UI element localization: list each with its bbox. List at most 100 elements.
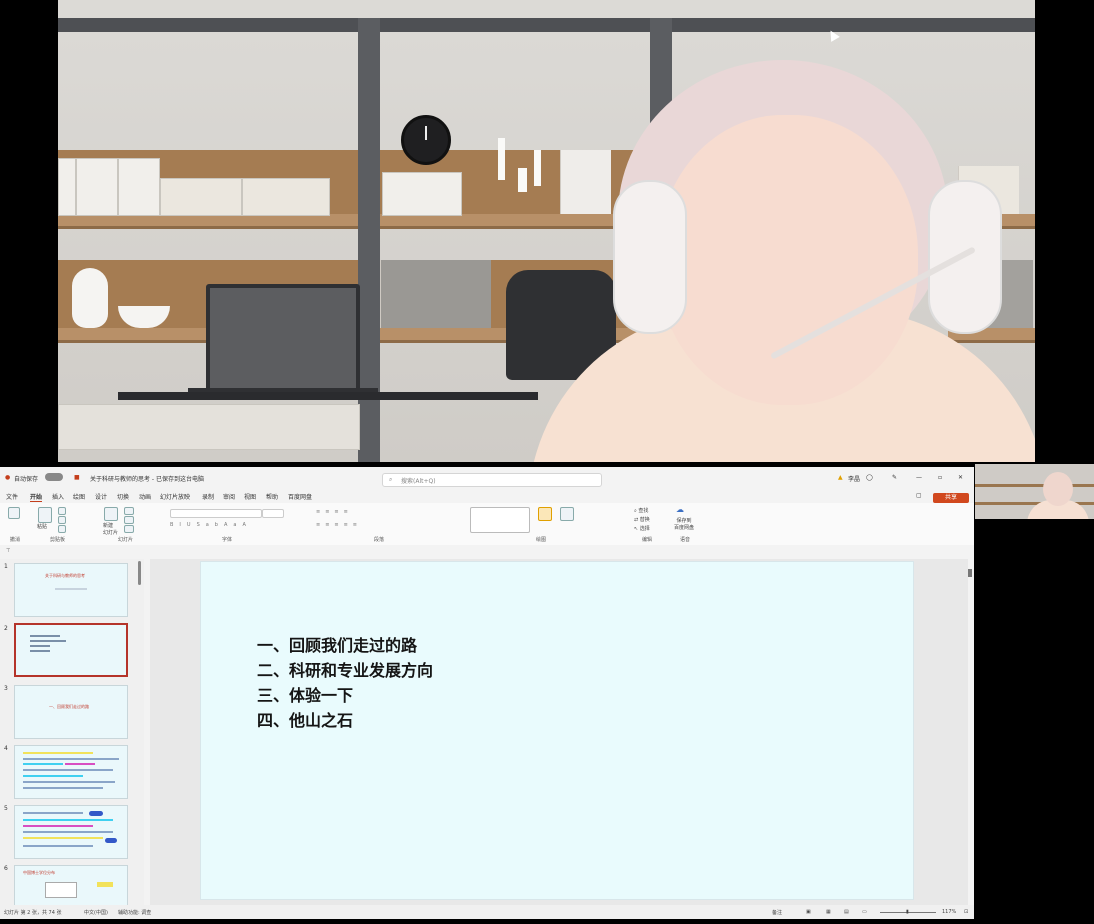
section-icon[interactable] — [124, 525, 134, 533]
menu-draw[interactable]: 绘图 — [73, 492, 85, 501]
font-size-select[interactable] — [262, 509, 284, 518]
group-clipboard: 剪贴板 — [50, 537, 66, 543]
menu-baidu[interactable]: 百度网盘 — [288, 492, 312, 501]
status-bar: 幻灯片 第 2 张，共 74 张 中文(中国) 辅助功能: 调查 备注 ▣ ▦ … — [0, 905, 974, 919]
layout-icon[interactable] — [124, 507, 134, 515]
menu-review[interactable]: 审阅 — [223, 492, 235, 501]
accessibility[interactable]: 辅助功能: 调查 — [118, 909, 151, 916]
thumb-line — [23, 837, 103, 839]
slide-thumbnail-2[interactable] — [14, 623, 128, 677]
slide-thumbnail-1[interactable]: 关于科研与教师的思考 — [14, 563, 128, 617]
slide-thumbnail-3[interactable]: 一、回顾我们走过的路 — [14, 685, 128, 739]
document-title[interactable]: 关于科研与教师的思考 - 已保存到这台电脑 — [90, 474, 204, 483]
format-painter-icon[interactable] — [58, 525, 66, 533]
pin-icon[interactable]: ⊤ — [6, 548, 10, 554]
thumb-line — [23, 831, 113, 833]
language[interactable]: 中文(中国) — [84, 909, 108, 916]
menu-home[interactable]: 开始 — [30, 492, 43, 502]
undo-icon[interactable] — [8, 507, 20, 519]
reset-icon[interactable] — [124, 516, 134, 524]
find-button[interactable]: ⌕ 查找 — [634, 507, 648, 514]
group-undo: 撤消 — [10, 537, 21, 543]
search-placeholder: 搜索(Alt+Q) — [401, 478, 436, 485]
slide-thumbnail-4[interactable] — [14, 745, 128, 799]
paragraph-buttons[interactable]: ≡≡≡≡ — [316, 509, 353, 515]
thumb-title: 中国博士学位分布 — [23, 870, 55, 875]
thumb-title: 关于科研与教师的思考 — [45, 573, 85, 578]
thumb-scrollbar[interactable] — [138, 561, 141, 585]
fit-slide-icon[interactable]: ⊡ — [964, 909, 968, 915]
menu-help[interactable]: 帮助 — [266, 492, 278, 501]
autosave-toggle[interactable] — [45, 473, 63, 481]
participant-face — [658, 115, 918, 405]
menu-view[interactable]: 视图 — [244, 492, 256, 501]
group-paragraph: 段落 — [374, 537, 385, 543]
menu-animations[interactable]: 动画 — [139, 492, 151, 501]
comment-icon[interactable]: ▢ — [916, 492, 922, 499]
menu-transitions[interactable]: 切换 — [117, 492, 129, 501]
baidu-save-button[interactable]: 保存到 百度网盘 — [674, 517, 694, 531]
thumb-line — [23, 763, 63, 765]
quick-styles-icon[interactable] — [560, 507, 574, 521]
paste-button[interactable]: 粘贴 — [37, 523, 47, 530]
arrange-icon[interactable] — [538, 507, 552, 521]
thumb-line — [23, 758, 119, 760]
copy-icon[interactable] — [58, 516, 66, 524]
bottom-edge — [0, 919, 1094, 924]
warning-icon[interactable]: ▲ — [838, 474, 843, 481]
minimize-icon[interactable]: — — [916, 474, 922, 481]
menu-file[interactable]: 文件 — [6, 492, 18, 501]
thumb-line — [30, 645, 50, 647]
align-buttons[interactable]: ≡≡≡≡≡ — [316, 522, 362, 528]
normal-view-icon[interactable]: ▣ — [806, 909, 811, 915]
share-button[interactable]: 共享 — [933, 493, 969, 503]
agenda-item-2[interactable]: 二、科研和专业发展方向 — [257, 657, 433, 681]
paste-icon[interactable] — [38, 507, 52, 523]
thumb-line — [23, 845, 93, 847]
zoom-level[interactable]: 117% — [942, 909, 956, 915]
font-name-select[interactable] — [170, 509, 262, 518]
slide-thumbnail-6[interactable]: 中国博士学位分布 — [14, 865, 128, 907]
slide-sorter-icon[interactable]: ▦ — [826, 909, 831, 915]
thumb-line — [23, 769, 113, 771]
new-slide-icon[interactable] — [104, 507, 118, 521]
shapes-gallery[interactable] — [470, 507, 530, 533]
replace-button[interactable]: ⇄ 替换 — [634, 516, 650, 523]
slide-thumbnail-5[interactable] — [14, 805, 128, 859]
select-label: 选择 — [639, 526, 650, 532]
close-icon[interactable]: ✕ — [958, 474, 963, 481]
save-icon[interactable]: ■ — [74, 474, 80, 481]
reading-view-icon[interactable]: ▤ — [844, 909, 849, 915]
avatar[interactable]: ◯ — [866, 474, 873, 481]
notes-button[interactable]: 备注 — [772, 909, 782, 916]
scroll-thumb[interactable] — [968, 569, 972, 577]
thumb-line — [23, 752, 93, 754]
user-name[interactable]: 李晶 — [848, 474, 860, 483]
slideshow-icon[interactable]: ▭ — [862, 909, 867, 915]
baidu-cloud-icon[interactable]: ☁ — [676, 505, 684, 514]
self-view-video[interactable] — [975, 464, 1094, 519]
menu-design[interactable]: 设计 — [95, 492, 107, 501]
new-slide-button[interactable]: 新建 幻灯片 — [103, 522, 118, 536]
vertical-scrollbar[interactable] — [968, 563, 972, 893]
menu-insert[interactable]: 插入 — [52, 492, 64, 501]
thumb-line — [23, 812, 83, 814]
thumb-number: 2 — [4, 625, 8, 632]
pen-icon[interactable]: ✎ — [892, 474, 897, 481]
powerpoint-window: ● 自动保存 ■ 关于科研与教师的思考 - 已保存到这台电脑 ⌕ 搜索(Alt+… — [0, 467, 974, 919]
thumb-line — [23, 775, 83, 777]
self-view-face — [1043, 472, 1073, 506]
thumb-line — [23, 819, 113, 821]
menu-slideshow[interactable]: 幻灯片放映 — [160, 492, 190, 501]
menu-record[interactable]: 录制 — [202, 492, 214, 501]
current-slide[interactable]: 一、回顾我们走过的路 二、科研和专业发展方向 三、体验一下 四、他山之石 — [200, 561, 914, 900]
select-button[interactable]: ↖ 选择 — [634, 525, 650, 532]
search-input[interactable]: ⌕ 搜索(Alt+Q) — [382, 473, 602, 487]
agenda-item-1[interactable]: 一、回顾我们走过的路 — [257, 632, 417, 656]
agenda-item-3[interactable]: 三、体验一下 — [257, 682, 353, 706]
font-format-buttons[interactable]: BIUSabAaA — [170, 522, 252, 528]
maximize-icon[interactable]: ▫ — [938, 474, 942, 481]
cut-icon[interactable] — [58, 507, 66, 515]
zoom-slider-thumb[interactable]: ▮ — [906, 909, 909, 915]
agenda-item-4[interactable]: 四、他山之石 — [257, 707, 353, 731]
